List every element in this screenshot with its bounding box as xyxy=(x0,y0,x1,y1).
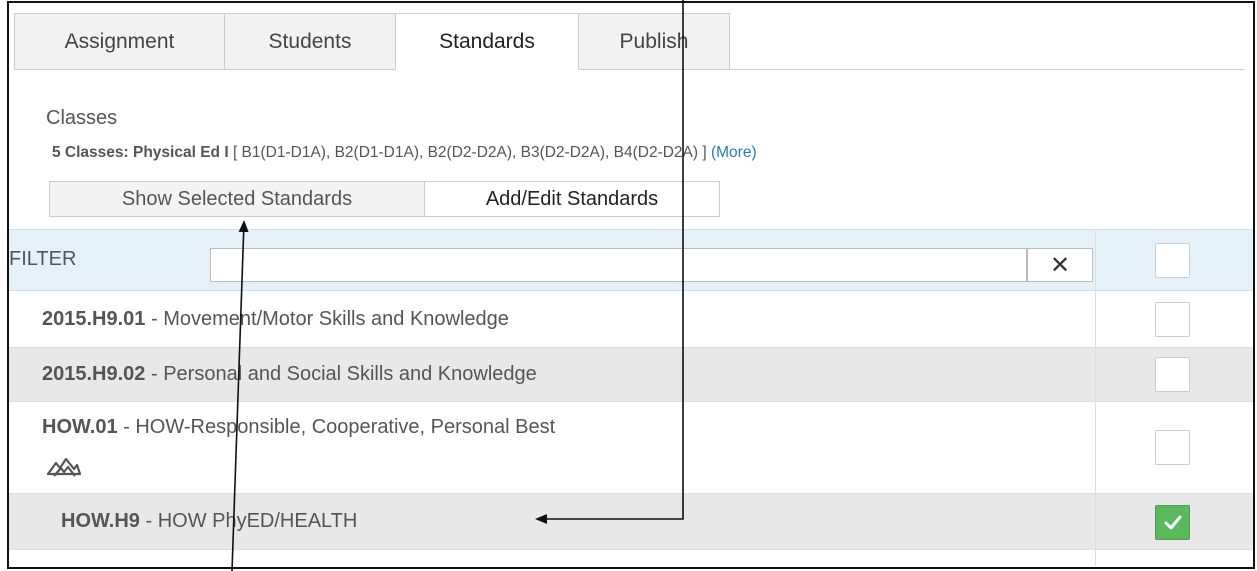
standard-code: HOW.H9 xyxy=(61,510,140,532)
tab-standards[interactable]: Standards xyxy=(395,13,579,70)
standard-description: HOW PhyED/HEALTH xyxy=(157,510,358,532)
standard-row[interactable]: HOW.H9 - HOW PhyED/HEALTH xyxy=(9,494,1253,550)
filter-label: FILTER xyxy=(9,248,77,270)
column-divider xyxy=(1095,229,1096,566)
standard-separator: - xyxy=(145,363,164,385)
standard-row[interactable]: HOW.01 - HOW-Responsible, Cooperative, P… xyxy=(9,402,1253,494)
standard-code: 2015.H9.02 xyxy=(42,363,146,385)
standard-description: Movement/Motor Skills and Knowledge xyxy=(163,308,509,330)
tab-students[interactable]: Students xyxy=(224,13,396,70)
select-all-checkbox[interactable] xyxy=(1155,243,1190,278)
classes-sections: [ B1(D1-D1A), B2(D1-D1A), B2(D2-D2A), B3… xyxy=(232,144,707,161)
standard-checkbox[interactable] xyxy=(1155,302,1190,337)
tab-assignment[interactable]: Assignment xyxy=(14,13,225,70)
standard-code: 2015.H9.01 xyxy=(42,308,146,330)
filter-row: FILTER ✕ xyxy=(9,229,1253,291)
standard-separator: - xyxy=(139,510,158,532)
show-selected-standards-button[interactable]: Show Selected Standards xyxy=(49,181,425,217)
tab-bar: Assignment Students Standards Publish xyxy=(14,13,730,70)
standard-separator: - xyxy=(145,308,164,330)
tab-publish[interactable]: Publish xyxy=(578,13,730,70)
collapse-mountain-icon[interactable] xyxy=(47,456,81,478)
classes-summary: 5 Classes: Physical Ed I [ B1(D1-D1A), B… xyxy=(52,144,757,162)
filter-input[interactable] xyxy=(210,248,1027,282)
more-link[interactable]: (More) xyxy=(711,144,757,161)
standard-description: Personal and Social Skills and Knowledge xyxy=(163,363,537,385)
clear-filter-button[interactable]: ✕ xyxy=(1027,248,1093,282)
standard-checkbox[interactable] xyxy=(1155,357,1190,392)
standard-checkbox-checked[interactable] xyxy=(1155,505,1190,540)
standard-text: HOW.01 - HOW-Responsible, Cooperative, P… xyxy=(42,416,555,439)
standard-checkbox[interactable] xyxy=(1155,430,1190,465)
standard-text: 2015.H9.02 - Personal and Social Skills … xyxy=(42,363,537,386)
standard-code: HOW.01 xyxy=(42,416,118,438)
checkmark-icon xyxy=(1164,515,1181,529)
close-icon: ✕ xyxy=(1049,251,1071,279)
standard-separator: - xyxy=(117,416,136,438)
add-edit-standards-button[interactable]: Add/Edit Standards xyxy=(424,181,720,217)
standard-text: 2015.H9.01 - Movement/Motor Skills and K… xyxy=(42,308,509,331)
standard-row[interactable]: 2015.H9.02 - Personal and Social Skills … xyxy=(9,348,1253,402)
standard-text: HOW.H9 - HOW PhyED/HEALTH xyxy=(61,510,357,533)
standard-description: HOW-Responsible, Cooperative, Personal B… xyxy=(135,416,556,438)
classes-count: 5 Classes: Physical Ed I xyxy=(52,144,229,161)
standard-row[interactable]: 2015.H9.01 - Movement/Motor Skills and K… xyxy=(9,291,1253,348)
classes-label: Classes xyxy=(46,107,118,129)
